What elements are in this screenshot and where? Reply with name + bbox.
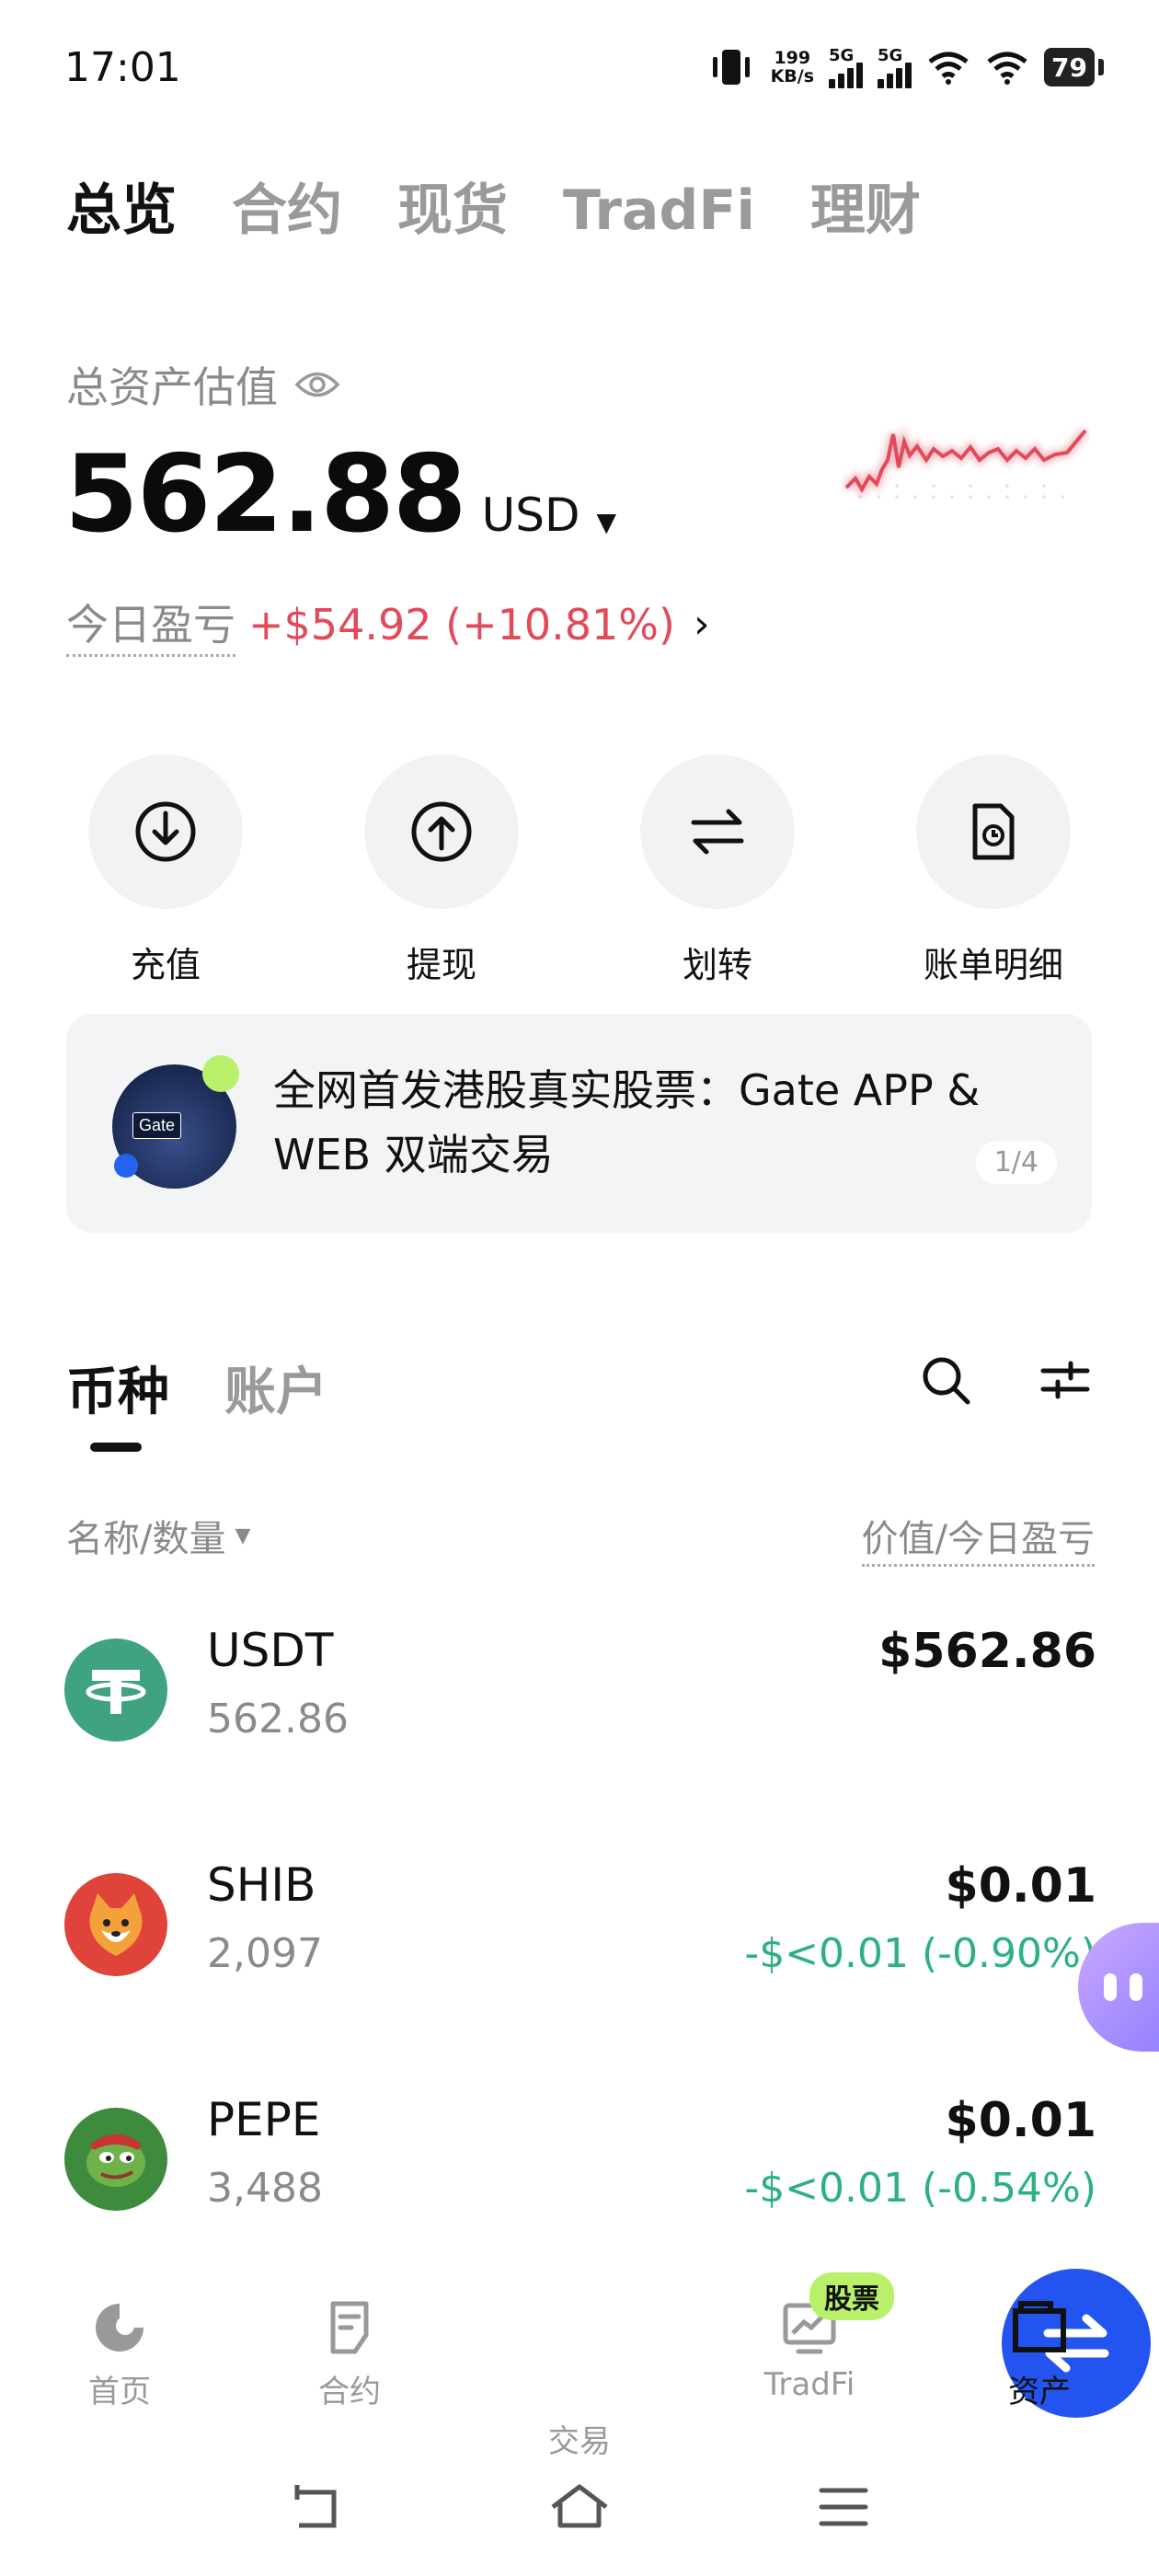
status-time: 17:01	[64, 44, 181, 91]
transfer-icon	[691, 809, 744, 855]
search-icon[interactable]	[918, 1352, 973, 1408]
home-icon	[96, 2304, 143, 2352]
tab-earn[interactable]: 理财	[810, 166, 921, 246]
status-icons: 199 KB/s 5G 5G 79	[706, 46, 1104, 88]
bill-icon	[972, 803, 1015, 860]
sort-by-name[interactable]: 名称/数量 ▼	[66, 1509, 250, 1562]
assistant-eye-icon	[1104, 1973, 1117, 2001]
coin-row-shib[interactable]: SHIB 2,097 $0.01 -$<0.01 (-0.90%)	[64, 1858, 1096, 1987]
eye-icon[interactable]	[294, 369, 340, 400]
banner-text: 全网首发港股真实股票：Gate APP & WEB 双端交易	[273, 1065, 981, 1179]
wifi-icon-2	[987, 52, 1027, 85]
signal-2: 5G	[878, 46, 912, 88]
total-assets-value-row[interactable]: 562.88 USD ▼	[64, 432, 616, 557]
currency-selector[interactable]: USD	[482, 489, 580, 542]
caret-down-icon[interactable]: ▼	[596, 507, 616, 537]
withdraw-button[interactable]: 提现	[350, 754, 534, 987]
asset-tabs: 币种 账户	[66, 1351, 327, 1425]
futures-icon	[330, 2301, 369, 2354]
tab-coins[interactable]: 币种	[66, 1351, 169, 1425]
pepe-logo-icon	[64, 2108, 167, 2211]
wifi-icon	[928, 52, 969, 85]
nav-home[interactable]: 首页	[37, 2298, 202, 2411]
battery-indicator: 79	[1044, 48, 1104, 86]
system-nav	[0, 2466, 1159, 2548]
filter-icon[interactable]	[1038, 1352, 1093, 1408]
banner-decor-dot	[202, 1055, 239, 1092]
tab-futures[interactable]: 合约	[232, 166, 342, 246]
value-pnl-header[interactable]: 价值/今日盈亏	[861, 1509, 1095, 1567]
home-nav-icon[interactable]	[547, 2481, 612, 2533]
promo-banner[interactable]: Gate 全网首发港股真实股票：Gate APP & WEB 双端交易 1/4	[66, 1014, 1092, 1233]
net-speed: 199 KB/s	[770, 48, 815, 86]
nav-assets[interactable]: 资产	[957, 2298, 1122, 2411]
today-pnl-label[interactable]: 今日盈亏	[66, 592, 235, 657]
wallet-icon	[1013, 2301, 1066, 2352]
banner-page-indicator: 1/4	[975, 1141, 1057, 1184]
bill-details-button[interactable]: 账单明细	[901, 754, 1085, 987]
vibrate-icon	[712, 50, 750, 85]
banner-decor-dot	[114, 1154, 138, 1178]
transfer-button[interactable]: 划转	[625, 754, 809, 987]
shib-logo-icon	[64, 1873, 167, 1976]
nav-trade[interactable]: 交易	[497, 2269, 1151, 2461]
nav-futures[interactable]: 合约	[267, 2298, 432, 2411]
asset-tools	[918, 1352, 1093, 1408]
today-pnl-value: +$54.92 (+10.81%)	[248, 599, 675, 650]
coin-row-usdt[interactable]: USDT 562.86 $562.86	[64, 1624, 1096, 1753]
back-icon[interactable]	[286, 2481, 345, 2533]
signal-1: 5G	[829, 46, 864, 88]
chevron-right-icon[interactable]: ›	[694, 601, 710, 648]
caret-down-icon: ▼	[235, 1524, 251, 1547]
today-pnl-row[interactable]: 今日盈亏 +$54.92 (+10.81%) ›	[66, 592, 710, 657]
deposit-icon	[135, 801, 196, 862]
tab-tradfi[interactable]: TradFi	[563, 178, 755, 243]
total-assets-value: 562.88	[64, 432, 467, 557]
total-assets-label-row: 总资产估值	[66, 354, 340, 415]
withdraw-icon	[411, 801, 472, 862]
deposit-button[interactable]: 充值	[74, 754, 258, 987]
tab-overview[interactable]: 总览	[66, 166, 177, 246]
quick-actions: 充值 提现 划转 账单明细	[46, 754, 1113, 987]
assistant-eye-icon	[1130, 1973, 1142, 2001]
top-tabs: 总览 合约 现货 TradFi 理财	[66, 166, 921, 246]
tab-accounts[interactable]: 账户	[224, 1351, 327, 1425]
total-assets-label: 总资产估值	[66, 362, 278, 412]
banner-image-tag: Gate	[132, 1112, 182, 1139]
asset-trend-sparkline	[843, 425, 1089, 499]
active-tab-indicator	[90, 1443, 142, 1452]
coin-row-pepe[interactable]: PEPE 3,488 $0.01 -$<0.01 (-0.54%)	[64, 2093, 1096, 2222]
menu-icon[interactable]	[814, 2481, 873, 2533]
usdt-logo-icon	[64, 1639, 167, 1742]
stocks-badge: 股票	[809, 2272, 894, 2320]
tab-spot[interactable]: 现货	[397, 166, 508, 246]
bottom-nav: 首页 合约 交易 TradFi 股票 资产	[0, 2245, 1159, 2460]
